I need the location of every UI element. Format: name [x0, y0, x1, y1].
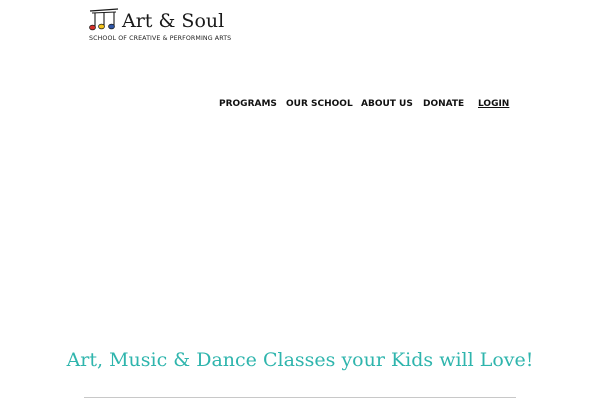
nav-item-login[interactable]: LOGIN — [478, 98, 509, 110]
section-divider — [84, 397, 516, 398]
nav-item-programs[interactable]: PROGRAMS — [219, 98, 277, 110]
main-nav: PROGRAMS OUR SCHOOL ABOUT US DONATE LOGI… — [0, 98, 600, 112]
nav-item-about-us[interactable]: ABOUT US — [361, 98, 413, 110]
logo-tagline: SCHOOL OF CREATIVE & PERFORMING ARTS — [89, 35, 232, 42]
logo-title: Art & Soul — [122, 10, 225, 32]
music-notes-icon — [89, 8, 119, 31]
hero-headline: Art, Music & Dance Classes your Kids wil… — [66, 349, 534, 371]
site-logo[interactable]: Art & Soul SCHOOL OF CREATIVE & PERFORMI… — [88, 7, 231, 45]
nav-item-donate[interactable]: DONATE — [423, 98, 464, 110]
nav-item-our-school[interactable]: OUR SCHOOL — [286, 98, 353, 110]
